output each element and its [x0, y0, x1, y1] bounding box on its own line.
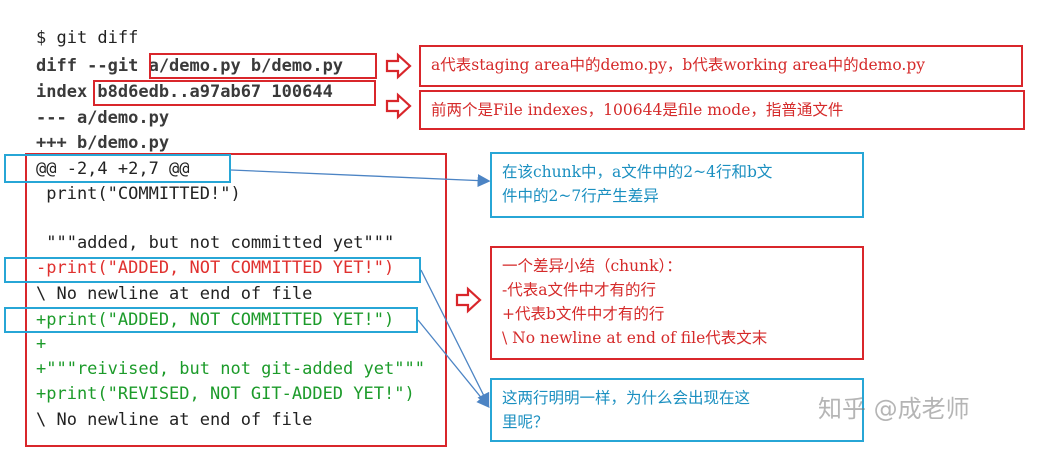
index-highlight-box [93, 80, 376, 106]
note-question-line-1: 这两行明明一样，为什么会出现在这 [502, 389, 751, 407]
code-line-cmd: $ git diff [36, 28, 139, 48]
note-question: 这两行明明一样，为什么会出现在这 里呢？ [490, 378, 864, 442]
watermark: 知乎 @成老师 [818, 395, 970, 423]
note-staging-working: a代表staging area中的demo.py，b代表working area… [419, 45, 1023, 87]
chunk-highlight-box [25, 153, 447, 447]
note-chunk-range: 在该chunk中，a文件中的2~4行和b文 件中的2~7行产生差异 [490, 152, 864, 218]
hunk-header-highlight-box [4, 154, 231, 183]
hollow-arrow-2-icon [385, 92, 412, 120]
note-chunk-summary-line-2: -代表a文件中才有的行 [502, 281, 656, 299]
note-index-text: 前两个是File indexes，100644是file mode，指普通文件 [431, 101, 844, 119]
note-chunk-summary-line-4: \ No newline at end of file代表文末 [502, 329, 768, 347]
code-line-a-file: --- a/demo.py [36, 108, 170, 128]
note-file-index: 前两个是File indexes，100644是file mode，指普通文件 [419, 90, 1025, 130]
hollow-arrow-1-icon [385, 52, 412, 80]
note-question-line-2: 里呢？ [502, 413, 549, 431]
ab-files-highlight-box [149, 53, 377, 79]
note-chunk-range-line-2: 件中的2~7行产生差异 [502, 187, 659, 205]
note-chunk-summary: 一个差异小结（chunk）： -代表a文件中才有的行 +代表b文件中才有的行 \… [490, 246, 864, 360]
note-staging-text: a代表staging area中的demo.py，b代表working area… [431, 56, 926, 74]
note-chunk-summary-line-3: +代表b文件中才有的行 [502, 305, 665, 323]
added-line-highlight-box [4, 307, 418, 333]
code-line-b-file: +++ b/demo.py [36, 133, 170, 153]
removed-line-highlight-box [4, 257, 421, 283]
hollow-arrow-3-icon [455, 286, 482, 314]
note-chunk-summary-line-1: 一个差异小结（chunk）： [502, 257, 682, 275]
note-chunk-range-line-1: 在该chunk中，a文件中的2~4行和b文 [502, 163, 773, 181]
